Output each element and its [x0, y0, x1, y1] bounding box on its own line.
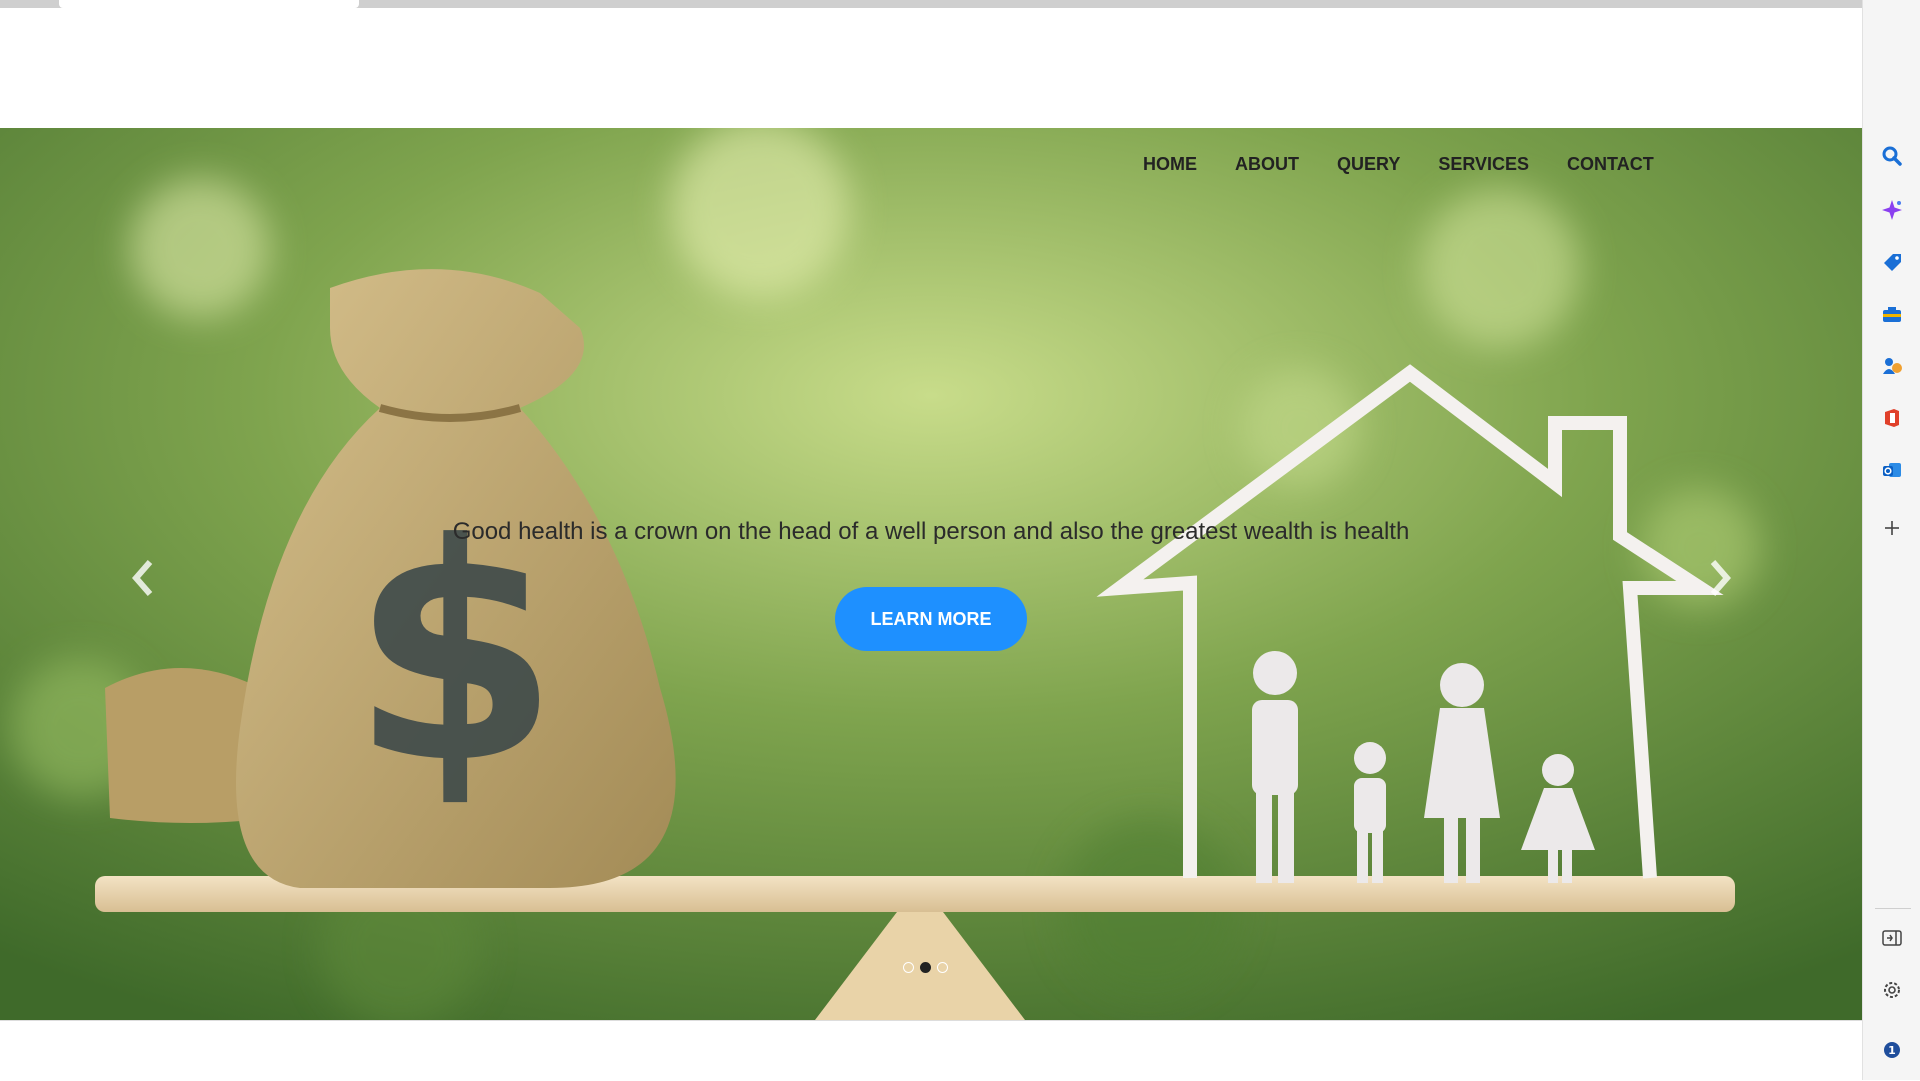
chevron-right-icon [1710, 560, 1731, 596]
learn-more-button[interactable]: LEARN MORE [835, 587, 1027, 651]
hero-carousel: $ HOME ABOUT QUERY SERVICES CONTACT Good… [0, 128, 1862, 1020]
browser-sidebar: 1 [1862, 0, 1920, 1080]
games-icon[interactable] [1878, 352, 1906, 380]
search-icon[interactable] [1878, 142, 1906, 170]
page-content-below-hero [0, 1020, 1862, 1081]
chevron-left-icon [132, 560, 153, 596]
main-nav: HOME ABOUT QUERY SERVICES CONTACT [1124, 150, 1673, 178]
carousel-dot-active[interactable] [920, 962, 931, 973]
nav-query[interactable]: QUERY [1318, 150, 1419, 178]
browser-tab[interactable] [59, 0, 359, 8]
office-icon[interactable] [1878, 404, 1906, 432]
sidebar-divider [1875, 908, 1911, 909]
outlook-icon[interactable] [1878, 456, 1906, 484]
carousel-dot[interactable] [903, 962, 914, 973]
notification-count: 1 [1888, 1044, 1896, 1057]
shopping-tag-icon[interactable] [1878, 248, 1906, 276]
nav-services[interactable]: SERVICES [1419, 150, 1548, 178]
nav-about[interactable]: ABOUT [1216, 150, 1318, 178]
carousel-dot[interactable] [937, 962, 948, 973]
nav-home[interactable]: HOME [1124, 150, 1216, 178]
tools-icon[interactable] [1878, 300, 1906, 328]
notification-badge-icon[interactable]: 1 [1878, 1036, 1906, 1064]
copilot-icon[interactable] [1878, 196, 1906, 224]
nav-contact[interactable]: CONTACT [1548, 150, 1673, 178]
add-icon[interactable] [1878, 514, 1906, 542]
carousel-indicators [903, 962, 948, 973]
carousel-prev-button[interactable] [118, 548, 168, 608]
hero-background-image: $ [0, 128, 1862, 1020]
split-screen-icon[interactable] [1878, 924, 1906, 952]
hero-tagline: Good health is a crown on the head of a … [452, 518, 1410, 545]
carousel-next-button[interactable] [1695, 548, 1745, 608]
page-header [4, 8, 1845, 128]
settings-icon[interactable] [1878, 976, 1906, 1004]
